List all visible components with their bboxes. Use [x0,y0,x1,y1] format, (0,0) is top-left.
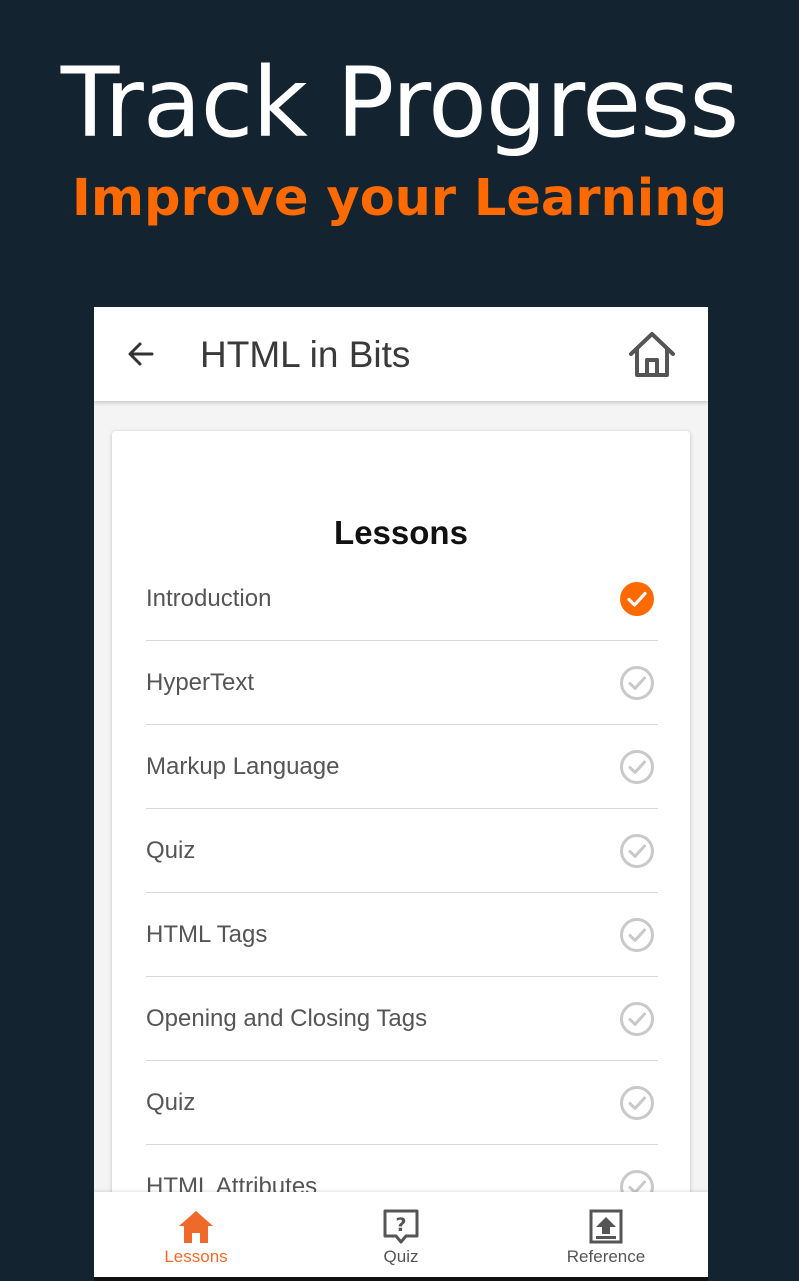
lessons-card: Lessons Introduction HyperText Markup La… [112,431,690,1192]
lesson-item-hypertext[interactable]: HyperText [146,641,658,725]
nav-label: Lessons [164,1247,228,1266]
check-circle-outline-icon [620,1002,654,1036]
lesson-item-opening-closing-tags[interactable]: Opening and Closing Tags [146,977,658,1061]
lesson-item-introduction[interactable]: Introduction [146,557,658,641]
phone-screen: HTML in Bits Lessons Introduction HyperT… [94,307,708,1281]
nav-reference[interactable]: Reference [504,1192,708,1277]
system-bar [94,1277,708,1281]
lesson-item-html-tags[interactable]: HTML Tags [146,893,658,977]
bottom-navigation: Lessons ? Quiz Reference [94,1192,708,1277]
check-circle-outline-icon [620,834,654,868]
lesson-label: Introduction [146,585,272,612]
nav-label: Quiz [383,1247,419,1266]
arrow-left-icon[interactable] [124,337,158,371]
check-circle-outline-icon [620,666,654,700]
lesson-list: Introduction HyperText Markup Language Q… [146,557,658,1192]
question-box-icon: ? [383,1209,419,1244]
check-circle-outline-icon [620,918,654,952]
lesson-label: Quiz [146,1089,196,1116]
nav-lessons[interactable]: Lessons [94,1192,298,1277]
lessons-heading: Lessons [334,514,468,552]
lesson-label: HTML Attributes [146,1173,318,1192]
lesson-item-markup-language[interactable]: Markup Language [146,725,658,809]
content-area: Lessons Introduction HyperText Markup La… [94,401,708,1192]
lesson-label: Opening and Closing Tags [146,1005,428,1032]
lesson-item-html-attributes[interactable]: HTML Attributes [146,1145,658,1192]
check-circle-outline-icon [620,1170,654,1192]
check-circle-outline-icon [620,750,654,784]
check-circle-outline-icon [620,1086,654,1120]
nav-label: Reference [566,1247,646,1266]
home-icon[interactable] [626,329,678,381]
lesson-label: Markup Language [146,753,340,780]
lesson-item-quiz[interactable]: Quiz [146,809,658,893]
nav-quiz[interactable]: ? Quiz [299,1192,503,1277]
upload-box-icon [589,1209,623,1244]
check-circle-filled-icon [620,582,654,616]
app-title: HTML in Bits [200,334,411,375]
lesson-item-quiz[interactable]: Quiz [146,1061,658,1145]
svg-text:?: ? [395,1214,406,1236]
lesson-label: HyperText [146,669,255,696]
app-bar: HTML in Bits [94,307,708,401]
home-icon [179,1211,213,1243]
promo-subtitle: Improve your Learning [71,169,728,228]
promo-title: Track Progress [60,47,739,159]
lesson-label: HTML Tags [146,921,268,948]
lesson-label: Quiz [146,837,196,864]
